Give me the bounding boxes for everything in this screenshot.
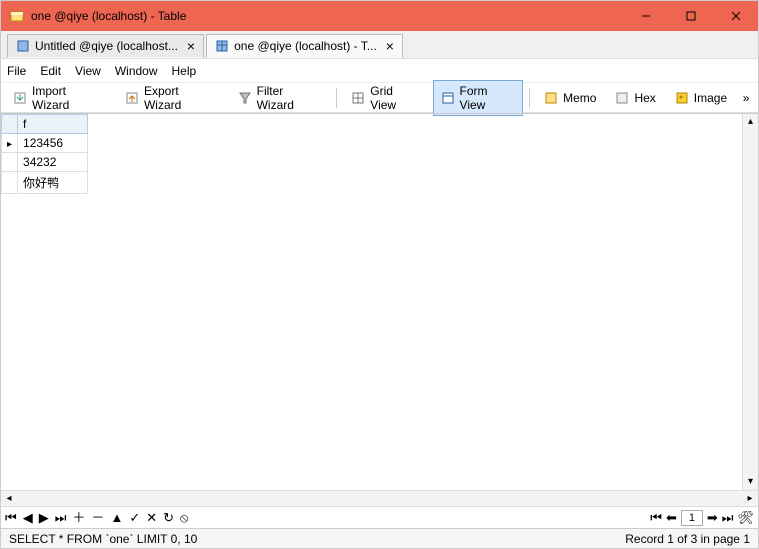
grid-view-button[interactable]: Grid View (343, 80, 428, 116)
row-selector[interactable] (2, 172, 18, 194)
scroll-left-icon[interactable]: ◂ (1, 491, 17, 506)
toolbar-label: Memo (563, 91, 596, 105)
menu-file[interactable]: File (7, 64, 26, 78)
tab-label: Untitled @qiye (localhost... (35, 39, 178, 53)
window-title: one @qiye (localhost) - Table (31, 9, 186, 23)
filter-wizard-button[interactable]: Filter Wizard (230, 80, 331, 116)
separator (529, 88, 530, 108)
grid-icon (350, 90, 366, 106)
scroll-right-icon[interactable]: ▸ (742, 491, 758, 506)
row-selector[interactable] (2, 134, 18, 153)
tab-close-icon[interactable]: × (386, 38, 394, 54)
delete-record-button[interactable]: － (91, 511, 104, 524)
last-page-button[interactable]: ⏭ (722, 511, 734, 524)
stop-button[interactable]: ⦸ (180, 511, 188, 524)
menu-view[interactable]: View (75, 64, 101, 78)
status-bar: SELECT * FROM `one` LIMIT 0, 10 Record 1… (1, 528, 758, 548)
horizontal-scrollbar[interactable]: ◂ ▸ (1, 490, 758, 506)
settings-icon[interactable]: 🛠 (737, 511, 754, 524)
toolbar-label: Filter Wizard (257, 84, 324, 112)
table-icon (215, 39, 229, 53)
vertical-scrollbar[interactable]: ▴ ▾ (742, 114, 758, 490)
close-button[interactable] (713, 1, 758, 31)
first-record-button[interactable]: ⏮ (5, 511, 17, 524)
menu-window[interactable]: Window (115, 64, 158, 78)
title-bar: one @qiye (localhost) - Table (1, 1, 758, 31)
cancel-record-button[interactable]: ✕ (146, 511, 157, 524)
memo-icon (543, 90, 559, 106)
export-icon (124, 90, 140, 106)
tab-one[interactable]: one @qiye (localhost) - T... × (206, 34, 403, 58)
data-table: f 12345634232你好鸭 (1, 114, 88, 194)
page-number-input[interactable] (681, 510, 703, 526)
query-icon (16, 39, 30, 53)
scroll-up-icon[interactable]: ▴ (743, 114, 758, 130)
menu-help[interactable]: Help (172, 64, 197, 78)
next-page-button[interactable]: ➡ (707, 511, 718, 524)
toolbar-label: Hex (634, 91, 655, 105)
menu-edit[interactable]: Edit (40, 64, 61, 78)
row-selector[interactable] (2, 153, 18, 172)
first-page-button[interactable]: ⏮ (650, 511, 662, 524)
toolbar-label: Import Wizard (32, 84, 106, 112)
cell-f[interactable]: 123456 (18, 134, 88, 153)
tab-untitled[interactable]: Untitled @qiye (localhost... × (7, 34, 204, 58)
import-wizard-button[interactable]: Import Wizard (5, 80, 113, 116)
scroll-track[interactable] (17, 491, 742, 506)
toolbar-label: Grid View (370, 84, 421, 112)
toolbar-label: Export Wizard (144, 84, 219, 112)
status-record: Record 1 of 3 in page 1 (625, 532, 750, 546)
window-buttons (623, 1, 758, 31)
table-row[interactable]: 34232 (2, 153, 88, 172)
separator (336, 88, 337, 108)
table-row[interactable]: 你好鸭 (2, 172, 88, 194)
table-row[interactable]: 123456 (2, 134, 88, 153)
cell-f[interactable]: 34232 (18, 153, 88, 172)
edit-record-button[interactable]: ▲ (110, 511, 123, 524)
maximize-button[interactable] (668, 1, 713, 31)
hex-button[interactable]: Hex (607, 86, 662, 110)
form-view-button[interactable]: Form View (433, 80, 524, 116)
app-icon (9, 8, 25, 24)
column-header-f[interactable]: f (18, 115, 88, 134)
prev-record-button[interactable]: ◀ (23, 511, 33, 524)
hex-icon (614, 90, 630, 106)
minimize-button[interactable] (623, 1, 668, 31)
refresh-button[interactable]: ↻ (163, 511, 174, 524)
toolbar-overflow-icon[interactable]: » (738, 91, 754, 105)
prev-page-button[interactable]: ⬅ (666, 511, 677, 524)
import-icon (12, 90, 28, 106)
cell-f[interactable]: 你好鸭 (18, 172, 88, 194)
image-button[interactable]: Image (667, 86, 734, 110)
add-record-button[interactable]: ＋ (72, 511, 85, 524)
record-navigator: ⏮ ◀ ▶ ⏭ ＋ － ▲ ✓ ✕ ↻ ⦸ ⏮ ⬅ ➡ ⏭ 🛠 (1, 506, 758, 528)
tab-close-icon[interactable]: × (187, 38, 195, 54)
last-record-button[interactable]: ⏭ (55, 511, 67, 524)
filter-icon (237, 90, 253, 106)
memo-button[interactable]: Memo (536, 86, 603, 110)
toolbar-label: Image (694, 91, 727, 105)
scroll-down-icon[interactable]: ▾ (743, 474, 758, 490)
toolbar-label: Form View (460, 84, 517, 112)
row-selector-header[interactable] (2, 115, 18, 134)
export-wizard-button[interactable]: Export Wizard (117, 80, 226, 116)
tab-strip: Untitled @qiye (localhost... × one @qiye… (1, 31, 758, 59)
form-icon (440, 90, 456, 106)
grid-body[interactable]: f 12345634232你好鸭 (1, 114, 742, 490)
image-icon (674, 90, 690, 106)
next-record-button[interactable]: ▶ (39, 511, 49, 524)
toolbar: Import Wizard Export Wizard Filter Wizar… (1, 83, 758, 113)
grid-area: f 12345634232你好鸭 ▴ ▾ (1, 113, 758, 490)
post-record-button[interactable]: ✓ (129, 511, 140, 524)
status-sql: SELECT * FROM `one` LIMIT 0, 10 (9, 532, 197, 546)
tab-label: one @qiye (localhost) - T... (234, 39, 377, 53)
